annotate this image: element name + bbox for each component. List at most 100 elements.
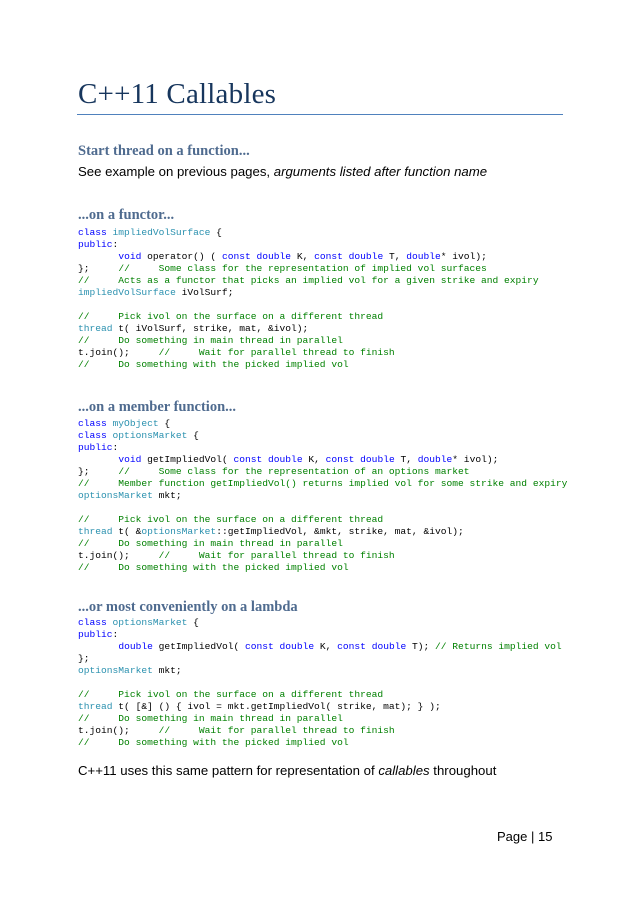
code-line: class impliedVolSurface { — [78, 227, 539, 239]
code-type: impliedVolSurface — [78, 287, 176, 298]
code-comment: // Some class for the representation of … — [118, 263, 487, 274]
page-title: C++11 Callables — [78, 78, 277, 110]
code-keyword: const — [221, 251, 251, 262]
code-line: // Do something with the picked implied … — [78, 562, 567, 574]
code-keyword: double — [360, 454, 395, 465]
code-text: : — [112, 629, 119, 640]
code-text: * ivol); — [452, 454, 499, 465]
code-line: // Pick ivol on the surface on a differe… — [78, 689, 562, 701]
code-text: * ivol); — [440, 251, 487, 262]
code-keyword: const — [233, 454, 263, 465]
code-keyword: void — [118, 251, 142, 262]
code-text: mkt; — [152, 665, 182, 676]
code-text: t.join(); — [78, 550, 159, 561]
code-type: optionsMarket — [141, 526, 217, 537]
code-line: t.join(); // Wait for parallel thread to… — [78, 725, 562, 737]
code-text: getImpliedVol( — [141, 454, 234, 465]
closing-text-italic: callables — [378, 763, 430, 778]
code-text: iVolSurf; — [175, 287, 234, 298]
code-line: public: — [78, 442, 567, 454]
code-text: K, — [314, 641, 338, 652]
code-line: thread t( iVolSurf, strike, mat, &ivol); — [78, 323, 539, 335]
code-keyword: double — [268, 454, 303, 465]
code-comment: // Do something with the picked implied … — [78, 359, 349, 370]
code-text: t( [&] () { ivol = mkt.getImpliedVol( st… — [112, 701, 441, 712]
code-comment: // Returns implied vol — [435, 641, 562, 652]
code-line: optionsMarket mkt; — [78, 665, 562, 677]
code-text: K, — [302, 454, 326, 465]
code-keyword: public — [78, 239, 113, 250]
code-line: }; — [78, 653, 562, 665]
code-text: : — [112, 442, 119, 453]
code-line: t.join(); // Wait for parallel thread to… — [78, 550, 567, 562]
code-line: }; // Some class for the representation … — [78, 466, 567, 478]
code-keyword: double — [371, 641, 407, 652]
code-comment: // Acts as a functor that picks an impli… — [78, 275, 539, 286]
code-line: class optionsMarket { — [78, 617, 562, 629]
code-text: T); — [406, 641, 436, 652]
code-line: public: — [78, 629, 562, 641]
code-comment: // Some class for the representation of … — [118, 466, 470, 477]
section-heading-member-function: ...on a member function... — [78, 399, 237, 415]
code-line: public: — [78, 239, 539, 251]
code-type: myObject — [112, 418, 159, 429]
code-line: optionsMarket mkt; — [78, 490, 567, 502]
title-underline — [77, 114, 563, 115]
code-line: class optionsMarket { — [78, 430, 567, 442]
section-text-function: See example on previous pages, arguments… — [78, 164, 487, 179]
closing-paragraph: C++11 uses this same pattern for represe… — [78, 763, 496, 778]
code-line: impliedVolSurface iVolSurf; — [78, 287, 539, 299]
code-keyword: class — [78, 617, 113, 628]
code-text: T, — [383, 251, 407, 262]
code-line: void getImpliedVol( const double K, cons… — [78, 454, 567, 466]
code-text: t.join(); — [78, 347, 159, 358]
code-line: double getImpliedVol( const double K, co… — [78, 641, 562, 653]
code-line: // Do something in main thread in parall… — [78, 713, 562, 725]
section-heading-lambda: ...or most conveniently on a lambda — [78, 599, 298, 615]
code-text: { — [210, 227, 222, 238]
code-line: // Member function getImpliedVol() retur… — [78, 478, 567, 490]
code-line: class myObject { — [78, 418, 567, 430]
code-type: optionsMarket — [112, 617, 188, 628]
code-text: t.join(); — [78, 725, 159, 736]
section-heading-function: Start thread on a function... — [78, 143, 250, 159]
code-text: : — [112, 239, 119, 250]
section-text-italic: arguments listed after function name — [273, 164, 488, 179]
code-comment: // Pick ivol on the surface on a differe… — [78, 689, 384, 700]
code-type: thread — [78, 323, 113, 334]
code-line: // Do something in main thread in parall… — [78, 335, 539, 347]
code-line: thread t( [&] () { ivol = mkt.getImplied… — [78, 701, 562, 713]
code-text: operator() ( — [141, 251, 222, 262]
code-text: { — [187, 617, 199, 628]
code-type: optionsMarket — [112, 430, 188, 441]
code-text: getImpliedVol( — [152, 641, 245, 652]
code-text: { — [158, 418, 171, 429]
closing-text-before: C++11 uses this same pattern for represe… — [78, 763, 379, 778]
code-block-lambda: class optionsMarket {public: double getI… — [78, 617, 562, 749]
code-comment: // Do something in main thread in parall… — [78, 335, 343, 346]
document-page: C++11 Callables Start thread on a functi… — [0, 0, 638, 903]
code-type: optionsMarket — [78, 665, 153, 676]
code-comment: // Do something with the picked implied … — [78, 737, 349, 748]
page-number: Page | 15 — [497, 829, 553, 844]
code-keyword: const — [314, 251, 343, 262]
code-type: optionsMarket — [78, 490, 153, 501]
code-line: // Do something in main thread in parall… — [78, 538, 567, 550]
code-keyword: class — [78, 418, 113, 429]
code-text: { — [187, 430, 199, 441]
code-comment: // Do something in main thread in parall… — [78, 713, 343, 724]
code-keyword: double — [406, 251, 441, 262]
code-keyword: public — [78, 629, 113, 640]
code-keyword: void — [118, 454, 142, 465]
code-comment: // Pick ivol on the surface on a differe… — [78, 514, 384, 525]
code-keyword: double — [348, 251, 384, 262]
code-line: // Do something with the picked implied … — [78, 737, 562, 749]
code-keyword: class — [78, 430, 113, 441]
code-comment: // Wait for parallel thread to finish — [158, 725, 395, 736]
code-line: // Do something with the picked implied … — [78, 359, 539, 371]
code-keyword: const — [244, 641, 274, 652]
